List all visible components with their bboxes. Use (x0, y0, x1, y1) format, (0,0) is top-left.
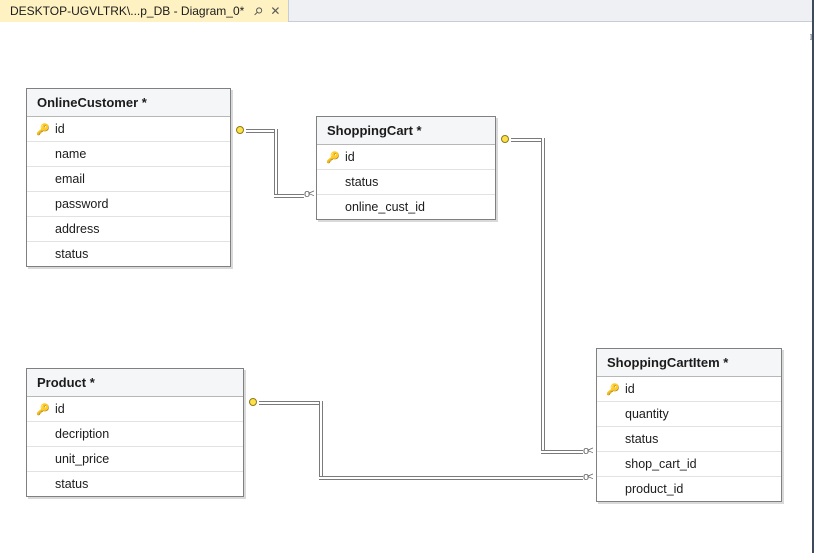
column-name: online_cust_id (341, 200, 425, 214)
diagram-canvas[interactable]: OnlineCustomer * 🔑idnameemailpasswordadd… (0, 22, 810, 553)
entity-column-row[interactable]: 🔑id (597, 377, 781, 402)
entity-header[interactable]: OnlineCustomer * (27, 89, 230, 117)
column-name: id (341, 150, 355, 164)
column-name: id (621, 382, 635, 396)
relation-line (511, 138, 541, 139)
relation-line (319, 476, 583, 477)
column-name: unit_price (51, 452, 109, 466)
tab-strip: DESKTOP-UGVLTRK\...p_DB - Diagram_0* ⚲ ✕ (0, 0, 812, 22)
relation-key-endpoint (236, 126, 244, 134)
close-icon[interactable]: ✕ (270, 5, 280, 17)
entity-header[interactable]: ShoppingCart * (317, 117, 495, 145)
entity-column-row[interactable]: 🔑id (27, 397, 243, 422)
pin-icon[interactable]: ⚲ (251, 4, 266, 19)
entity-column-row[interactable]: status (317, 170, 495, 195)
tab-label: DESKTOP-UGVLTRK\...p_DB - Diagram_0* (10, 4, 244, 18)
relation-many-endpoint: o< (583, 447, 592, 455)
column-name: quantity (621, 407, 669, 421)
relation-line (246, 129, 274, 130)
column-name: product_id (621, 482, 683, 496)
entity-column-row[interactable]: shop_cart_id (597, 452, 781, 477)
column-name: address (51, 222, 99, 236)
column-name: name (51, 147, 86, 161)
relation-line (259, 401, 319, 402)
relation-line (541, 138, 542, 451)
entity-title: ShoppingCartItem * (607, 355, 728, 370)
entity-onlinecustomer[interactable]: OnlineCustomer * 🔑id name email password add… (26, 88, 231, 267)
primary-key-icon: 🔑 (325, 151, 341, 164)
entity-column-row[interactable]: online_cust_id (317, 195, 495, 219)
entity-column-row[interactable]: 🔑id (27, 117, 230, 142)
entity-column-row[interactable]: decription (27, 422, 243, 447)
relation-many-endpoint: o< (583, 473, 592, 481)
column-name: password (51, 197, 109, 211)
document-tab[interactable]: DESKTOP-UGVLTRK\...p_DB - Diagram_0* ⚲ ✕ (0, 0, 289, 22)
entity-shoppingcart[interactable]: ShoppingCart * 🔑id status online_cust_id (316, 116, 496, 220)
primary-key-icon: 🔑 (35, 123, 51, 136)
entity-column-row[interactable]: unit_price (27, 447, 243, 472)
relation-key-endpoint (249, 398, 257, 406)
entity-shoppingcartitem[interactable]: ShoppingCartItem * 🔑id quantity status shop… (596, 348, 782, 502)
column-name: shop_cart_id (621, 457, 697, 471)
column-name: status (621, 432, 658, 446)
column-name: id (51, 122, 65, 136)
entity-header[interactable]: ShoppingCartItem * (597, 349, 781, 377)
entity-column-row[interactable]: address (27, 217, 230, 242)
entity-column-row[interactable]: status (597, 427, 781, 452)
entity-header[interactable]: Product * (27, 369, 243, 397)
relation-line (319, 401, 320, 477)
column-name: decription (51, 427, 109, 441)
entity-column-row[interactable]: quantity (597, 402, 781, 427)
primary-key-icon: 🔑 (605, 383, 621, 396)
column-name: status (51, 247, 88, 261)
column-name: email (51, 172, 85, 186)
relation-many-endpoint: o< (304, 190, 313, 198)
entity-column-row[interactable]: name (27, 142, 230, 167)
column-name: status (51, 477, 88, 491)
entity-title: OnlineCustomer * (37, 95, 147, 110)
entity-column-row[interactable]: password (27, 192, 230, 217)
entity-column-row[interactable]: status (27, 472, 243, 496)
relation-line (274, 129, 275, 195)
column-name: id (51, 402, 65, 416)
entity-product[interactable]: Product * 🔑id decription unit_pricestatus (26, 368, 244, 497)
entity-column-row[interactable]: email (27, 167, 230, 192)
relation-line (541, 450, 583, 451)
entity-column-row[interactable]: 🔑id (317, 145, 495, 170)
entity-column-row[interactable]: status (27, 242, 230, 266)
entity-title: ShoppingCart * (327, 123, 422, 138)
entity-column-row[interactable]: product_id (597, 477, 781, 501)
entity-title: Product * (37, 375, 95, 390)
primary-key-icon: 🔑 (35, 403, 51, 416)
relation-line (274, 194, 304, 195)
column-name: status (341, 175, 378, 189)
relation-key-endpoint (501, 135, 509, 143)
